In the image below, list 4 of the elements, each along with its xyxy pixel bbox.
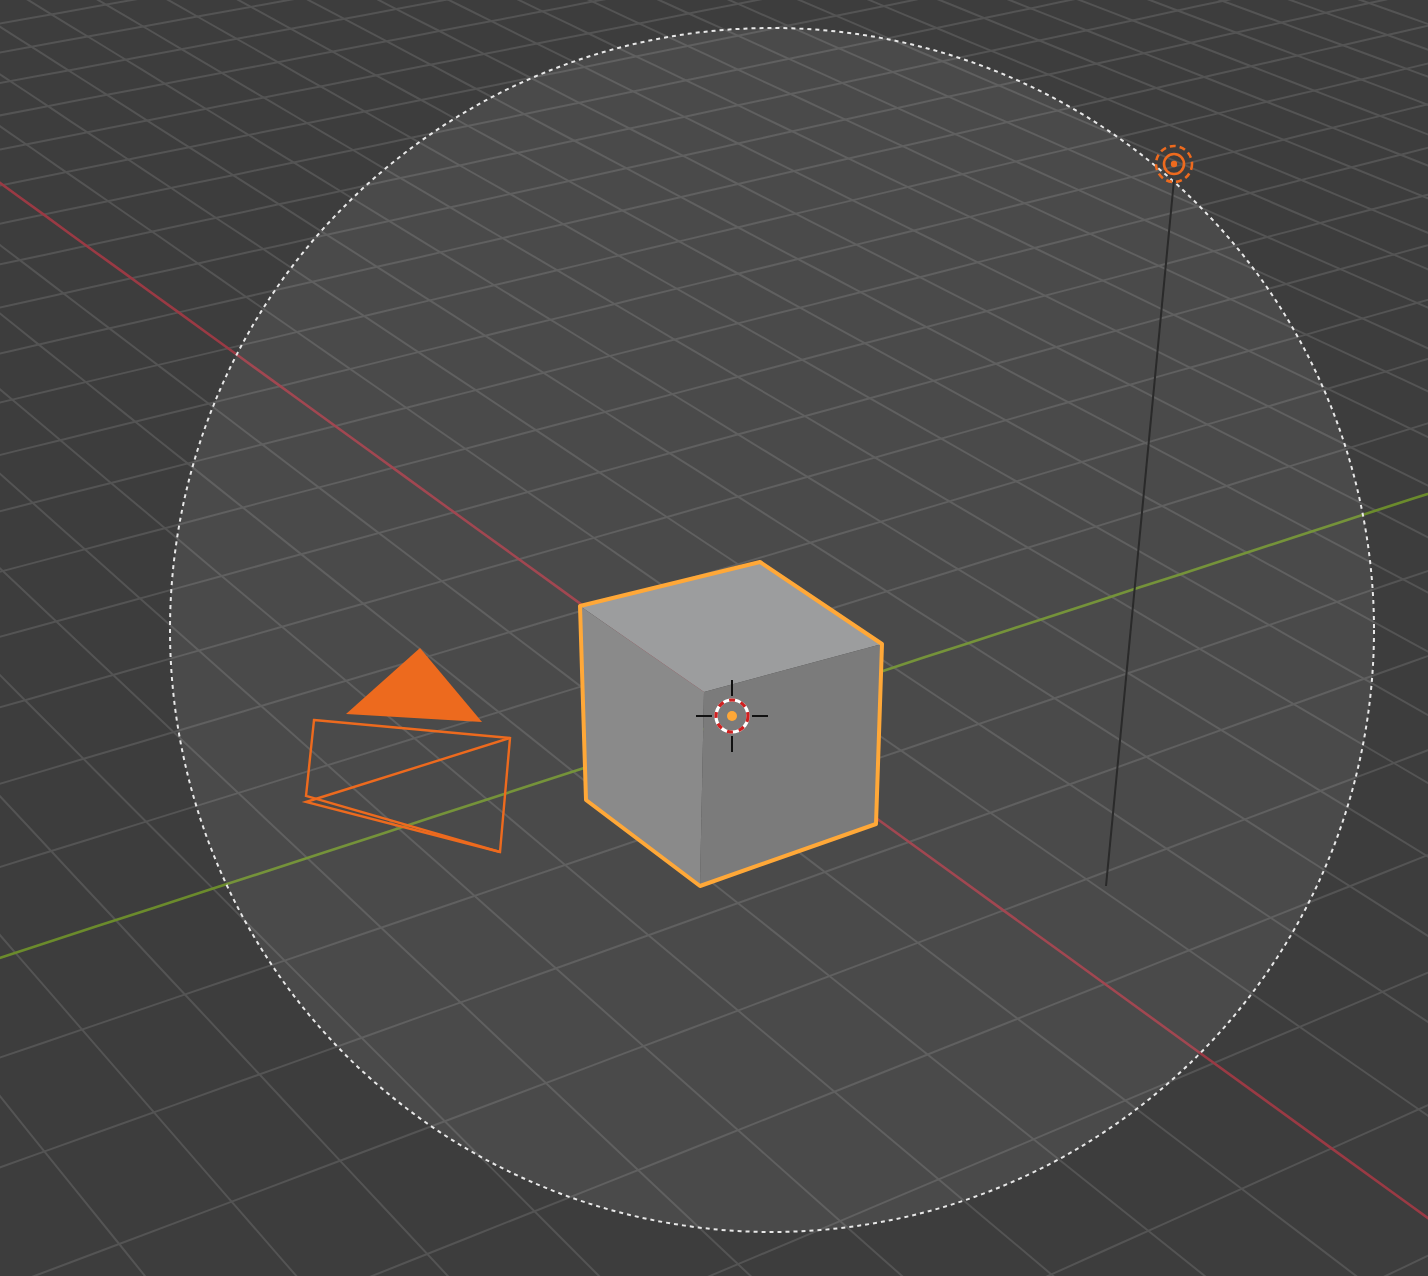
- cube-drawing[interactable]: [578, 560, 884, 888]
- light-drawing[interactable]: [1105, 144, 1194, 887]
- crosshair-cursor-icon: [695, 679, 769, 753]
- camera-drawing[interactable]: [301, 648, 512, 854]
